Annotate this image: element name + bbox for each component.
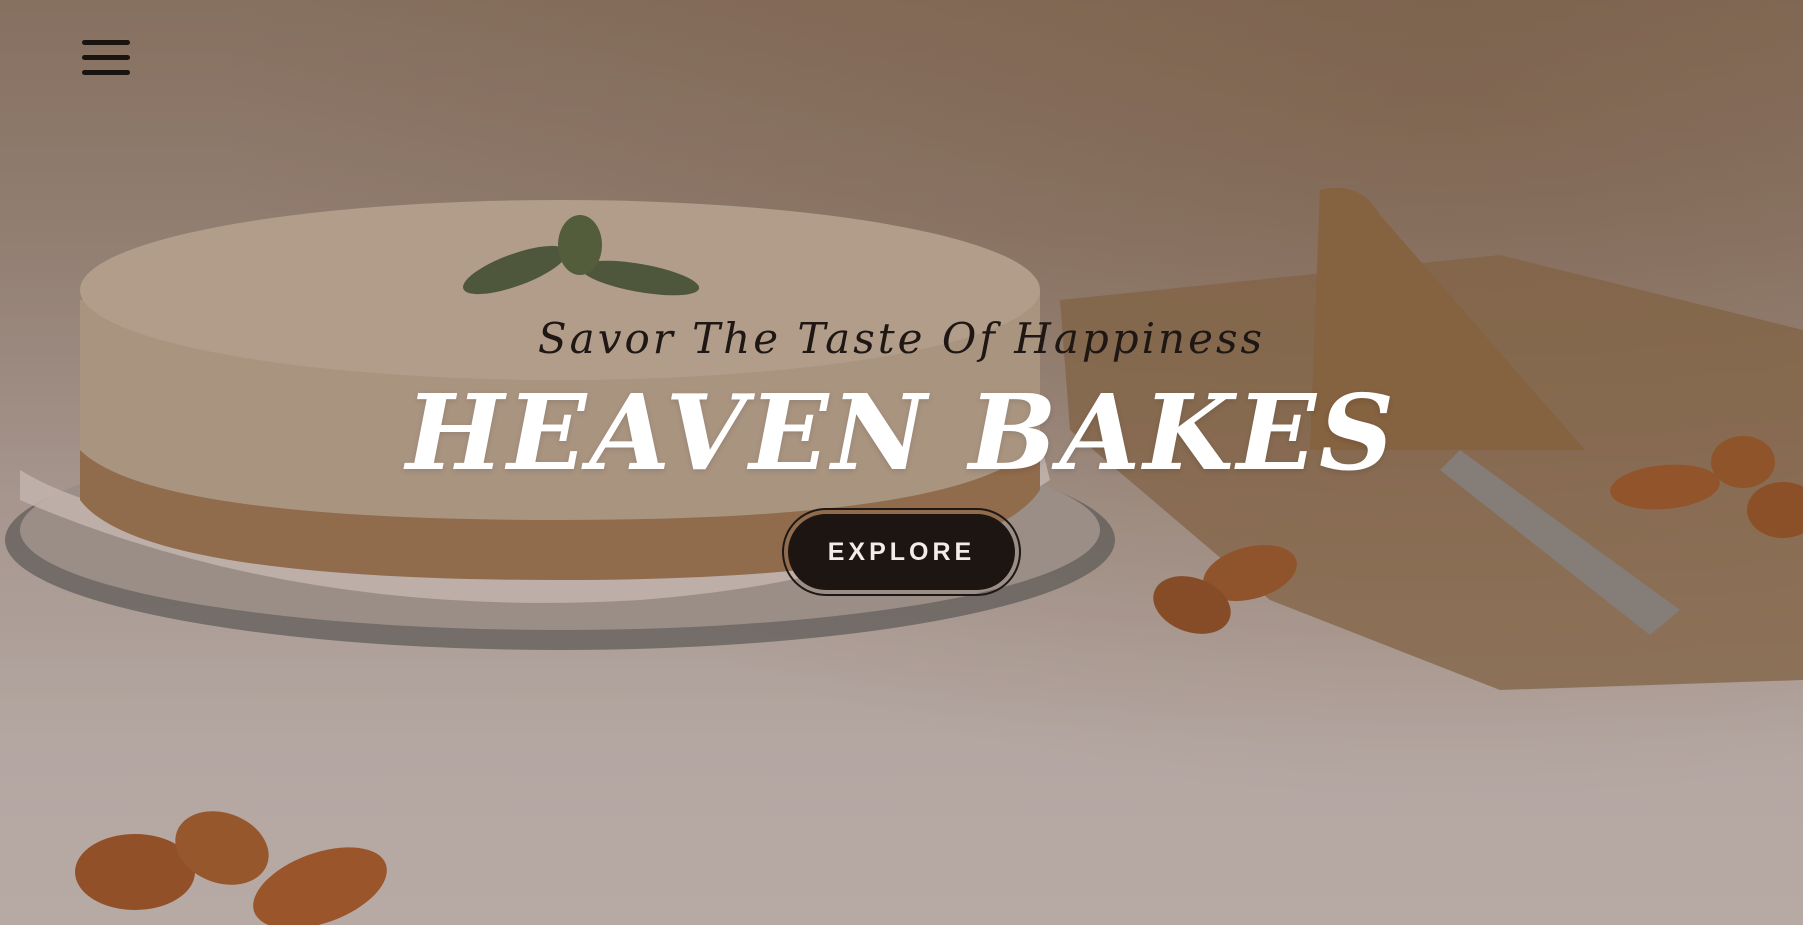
menu-bar-bottom xyxy=(82,70,130,75)
hamburger-menu-icon[interactable] xyxy=(82,40,130,84)
hero-tagline: Savor The Taste Of Happiness xyxy=(537,314,1266,363)
menu-bar-top xyxy=(82,40,130,45)
explore-button-outline: EXPLORE xyxy=(781,508,1022,596)
explore-button[interactable]: EXPLORE xyxy=(787,514,1016,590)
menu-bar-middle xyxy=(82,55,130,60)
hero-content: Savor The Taste Of Happiness HEAVEN BAKE… xyxy=(0,310,1803,596)
hero-title: HEAVEN BAKES xyxy=(405,371,1398,494)
